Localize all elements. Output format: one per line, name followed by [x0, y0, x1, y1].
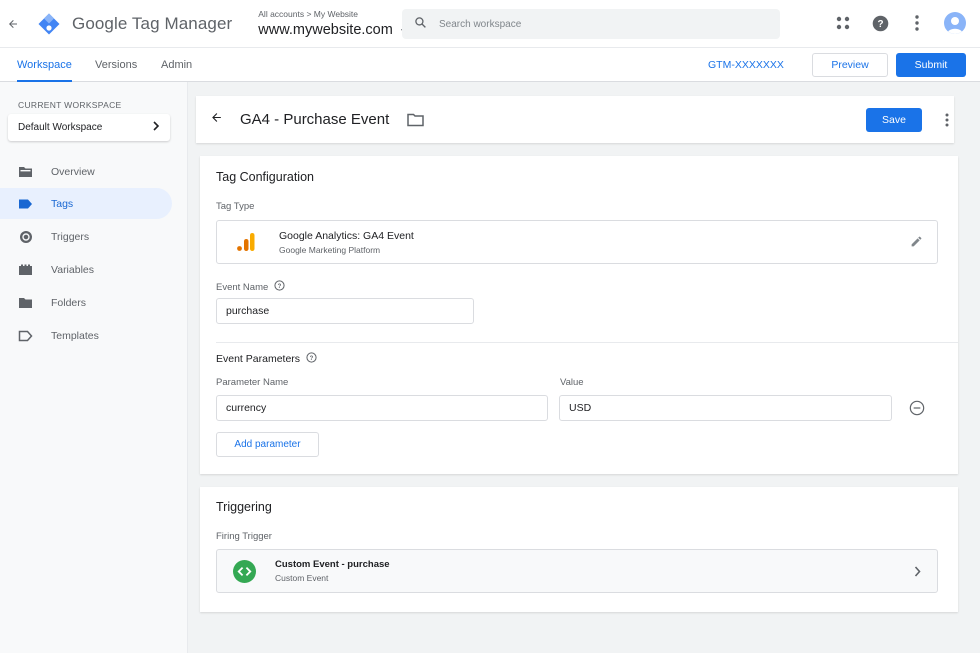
trigger-name: Custom Event - purchase: [275, 559, 390, 570]
submit-button[interactable]: Submit: [896, 53, 966, 77]
tab-workspace[interactable]: Workspace: [17, 48, 72, 82]
folder-outline-icon[interactable]: [407, 112, 425, 128]
edit-pencil-icon[interactable]: [910, 235, 923, 251]
sidebar-item-label: Overview: [51, 165, 95, 178]
overview-icon: [18, 166, 33, 178]
more-vert-icon[interactable]: [907, 12, 927, 34]
preview-button[interactable]: Preview: [812, 53, 888, 77]
folder-icon: [18, 297, 33, 309]
sidebar-item-tags[interactable]: Tags: [0, 188, 172, 219]
search-bar[interactable]: [402, 9, 780, 39]
top-app-bar: Google Tag Manager All accounts > My Web…: [0, 0, 980, 48]
sidebar: CURRENT WORKSPACE Default Workspace Over…: [0, 82, 188, 653]
sidebar-item-label: Variables: [51, 263, 94, 276]
sidebar-item-triggers[interactable]: Triggers: [0, 221, 172, 252]
remove-circle-icon[interactable]: [909, 400, 925, 416]
variables-icon: [18, 264, 33, 276]
close-back-arrow-icon[interactable]: [210, 111, 228, 128]
workspace-label: CURRENT WORKSPACE: [18, 100, 122, 110]
trigger-icon: [18, 230, 33, 243]
tag-icon: [18, 198, 33, 210]
chevron-right-icon: [914, 566, 921, 580]
trigger-type: Custom Event: [275, 573, 329, 583]
event-name-input[interactable]: [216, 298, 474, 324]
app-name: Google Tag Manager: [72, 13, 233, 33]
svg-text:?: ?: [278, 284, 282, 290]
help-icon[interactable]: ?: [870, 12, 890, 34]
gtm-logo-icon: [36, 11, 62, 37]
parameter-value-input[interactable]: [559, 395, 892, 421]
workspace-name: Default Workspace: [18, 122, 103, 133]
add-parameter-button[interactable]: Add parameter: [216, 432, 319, 457]
sidebar-item-label: Templates: [51, 329, 99, 342]
svg-text:?: ?: [877, 19, 883, 30]
avatar[interactable]: [944, 12, 966, 34]
tag-type-label: Tag Type: [216, 201, 255, 212]
account-selector[interactable]: All accounts > My Website www.mywebsite.…: [258, 9, 407, 38]
workspace-selector[interactable]: Default Workspace: [8, 114, 170, 141]
account-breadcrumb: All accounts > My Website: [258, 9, 359, 19]
sidebar-item-label: Tags: [51, 197, 74, 210]
parameter-name-header: Parameter Name: [216, 377, 289, 388]
tab-admin[interactable]: Admin: [161, 48, 192, 82]
section-title: Triggering: [216, 500, 272, 514]
tag-editor-header: GA4 - Purchase Event Save: [196, 96, 954, 143]
tab-versions[interactable]: Versions: [95, 48, 137, 82]
search-icon: [414, 16, 427, 32]
sidebar-item-overview[interactable]: Overview: [0, 156, 172, 187]
firing-trigger-row[interactable]: Custom Event - purchase Custom Event: [216, 549, 938, 593]
search-input[interactable]: [439, 18, 739, 30]
sidebar-item-variables[interactable]: Variables: [0, 254, 172, 285]
sidebar-item-folders[interactable]: Folders: [0, 287, 172, 318]
back-arrow-icon[interactable]: [0, 18, 26, 30]
google-analytics-icon: [236, 232, 258, 252]
more-vert-icon[interactable]: [940, 108, 954, 132]
save-button[interactable]: Save: [866, 108, 922, 132]
help-outline-icon[interactable]: ?: [306, 352, 317, 366]
event-name-label: Event Name: [216, 281, 269, 293]
sidebar-item-templates[interactable]: Templates: [0, 320, 172, 351]
parameter-name-input[interactable]: [216, 395, 548, 421]
firing-trigger-label: Firing Trigger: [216, 531, 272, 542]
main-content: GA4 - Purchase Event Save Tag Configurat…: [188, 82, 980, 653]
workspace-nav-bar: Workspace Versions Admin GTM-XXXXXXX Pre…: [0, 48, 980, 82]
tag-title[interactable]: GA4 - Purchase Event: [240, 111, 389, 128]
custom-event-trigger-icon: [233, 559, 257, 583]
template-icon: [18, 330, 33, 342]
triggering-card[interactable]: Triggering Firing Trigger Custom Event -…: [200, 487, 958, 612]
value-header: Value: [560, 377, 584, 388]
tag-type-name: Google Analytics: GA4 Event: [279, 229, 414, 242]
event-parameters-label: Event Parameters: [216, 353, 301, 365]
tag-type-selector[interactable]: Google Analytics: GA4 Event Google Marke…: [216, 220, 938, 264]
tag-type-vendor: Google Marketing Platform: [279, 244, 381, 255]
apps-grid-icon[interactable]: [833, 12, 853, 34]
tag-configuration-card[interactable]: Tag Configuration Tag Type Google Analyt…: [200, 156, 958, 474]
sidebar-item-label: Folders: [51, 296, 87, 309]
chevron-right-icon: [152, 121, 160, 134]
help-outline-icon[interactable]: ?: [274, 280, 285, 294]
container-name: www.mywebsite.com: [258, 22, 393, 38]
svg-text:?: ?: [310, 356, 314, 362]
sidebar-item-label: Triggers: [51, 230, 90, 243]
container-id[interactable]: GTM-XXXXXXX: [708, 48, 784, 82]
section-title: Tag Configuration: [216, 170, 314, 184]
